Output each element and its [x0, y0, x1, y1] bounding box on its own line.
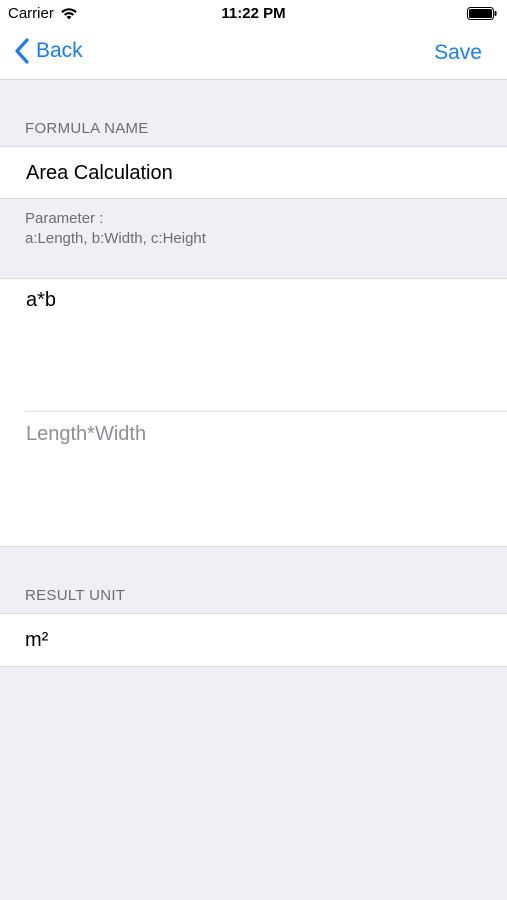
formula-edit-screen: Carrier 11:22 PM Back Save FORMULA NAME …: [0, 0, 507, 900]
battery-icon: [467, 7, 497, 20]
parameter-list: a:Length, b:Width, c:Height: [25, 230, 206, 247]
formula-expression-field[interactable]: a*b: [26, 289, 56, 312]
save-button[interactable]: Save: [434, 41, 482, 65]
back-button[interactable]: Back: [14, 38, 83, 64]
formula-name-field[interactable]: Area Calculation: [26, 162, 173, 185]
result-unit-cell[interactable]: m²: [0, 613, 507, 667]
formula-description-field[interactable]: Length*Width: [26, 423, 146, 446]
navigation-bar: Back Save: [0, 28, 507, 80]
parameter-title: Parameter :: [25, 210, 104, 227]
result-unit-field[interactable]: m²: [25, 629, 48, 652]
status-time: 11:22 PM: [221, 5, 286, 22]
formula-divider: [25, 411, 507, 412]
chevron-left-icon: [15, 38, 29, 64]
formula-name-header: FORMULA NAME: [25, 120, 149, 137]
result-unit-header: RESULT UNIT: [25, 587, 126, 604]
back-button-label: Back: [36, 39, 83, 62]
formula-name-cell[interactable]: Area Calculation: [0, 146, 507, 199]
status-bar: Carrier 11:22 PM: [0, 0, 507, 28]
parameter-note: Parameter : a:Length, b:Width, c:Height: [25, 209, 206, 249]
formula-block: a*b Length*Width: [0, 278, 507, 547]
